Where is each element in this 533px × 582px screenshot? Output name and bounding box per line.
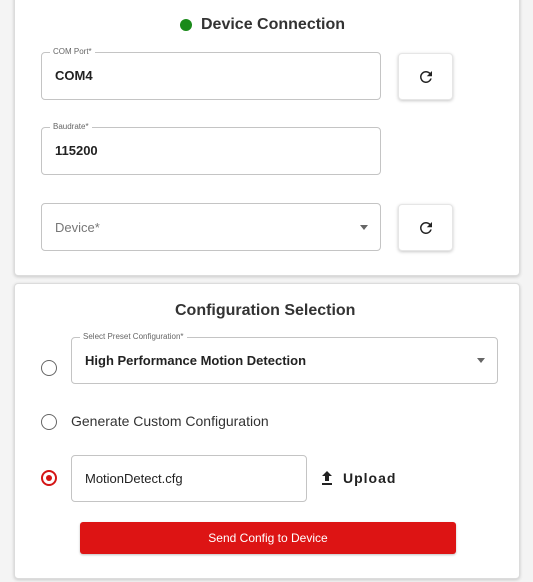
config-file-value: MotionDetect.cfg: [85, 471, 183, 486]
chevron-down-icon: [360, 225, 368, 230]
preset-config-select[interactable]: Select Preset Configuration* High Perfor…: [71, 332, 498, 384]
baudrate-value: 115200: [55, 143, 98, 158]
refresh-ports-button[interactable]: [398, 53, 453, 100]
refresh-icon: [419, 70, 432, 83]
preset-radio[interactable]: [41, 360, 57, 376]
upload-button[interactable]: Upload: [321, 470, 396, 486]
chevron-down-icon: [477, 358, 485, 363]
baudrate-field[interactable]: Baudrate* 115200: [41, 122, 381, 175]
custom-config-radio[interactable]: [41, 414, 57, 430]
preset-config-value: High Performance Motion Detection: [85, 353, 307, 368]
com-port-field[interactable]: COM Port* COM4: [41, 47, 381, 100]
configuration-title: Configuration Selection: [175, 302, 356, 319]
com-port-value: COM4: [55, 68, 93, 83]
upload-icon: [322, 471, 332, 485]
device-placeholder: Device*: [55, 220, 100, 235]
custom-config-label[interactable]: Generate Custom Configuration: [71, 413, 269, 429]
device-select[interactable]: Device*: [41, 203, 381, 251]
config-file-field[interactable]: MotionDetect.cfg: [71, 455, 307, 502]
refresh-devices-button[interactable]: [398, 204, 453, 251]
send-config-button[interactable]: Send Config to Device: [80, 522, 456, 554]
device-connection-title: Device Connection: [201, 16, 346, 33]
connection-status-dot: [180, 19, 192, 31]
refresh-icon: [419, 221, 432, 234]
baudrate-label: Baudrate*: [50, 122, 92, 131]
com-port-label: COM Port*: [50, 47, 95, 56]
page: Device Connection COM Port* COM4 Baudrat…: [0, 0, 533, 582]
file-config-radio[interactable]: [41, 470, 57, 486]
preset-config-label: Select Preset Configuration*: [80, 332, 187, 341]
upload-label: Upload: [343, 470, 397, 486]
